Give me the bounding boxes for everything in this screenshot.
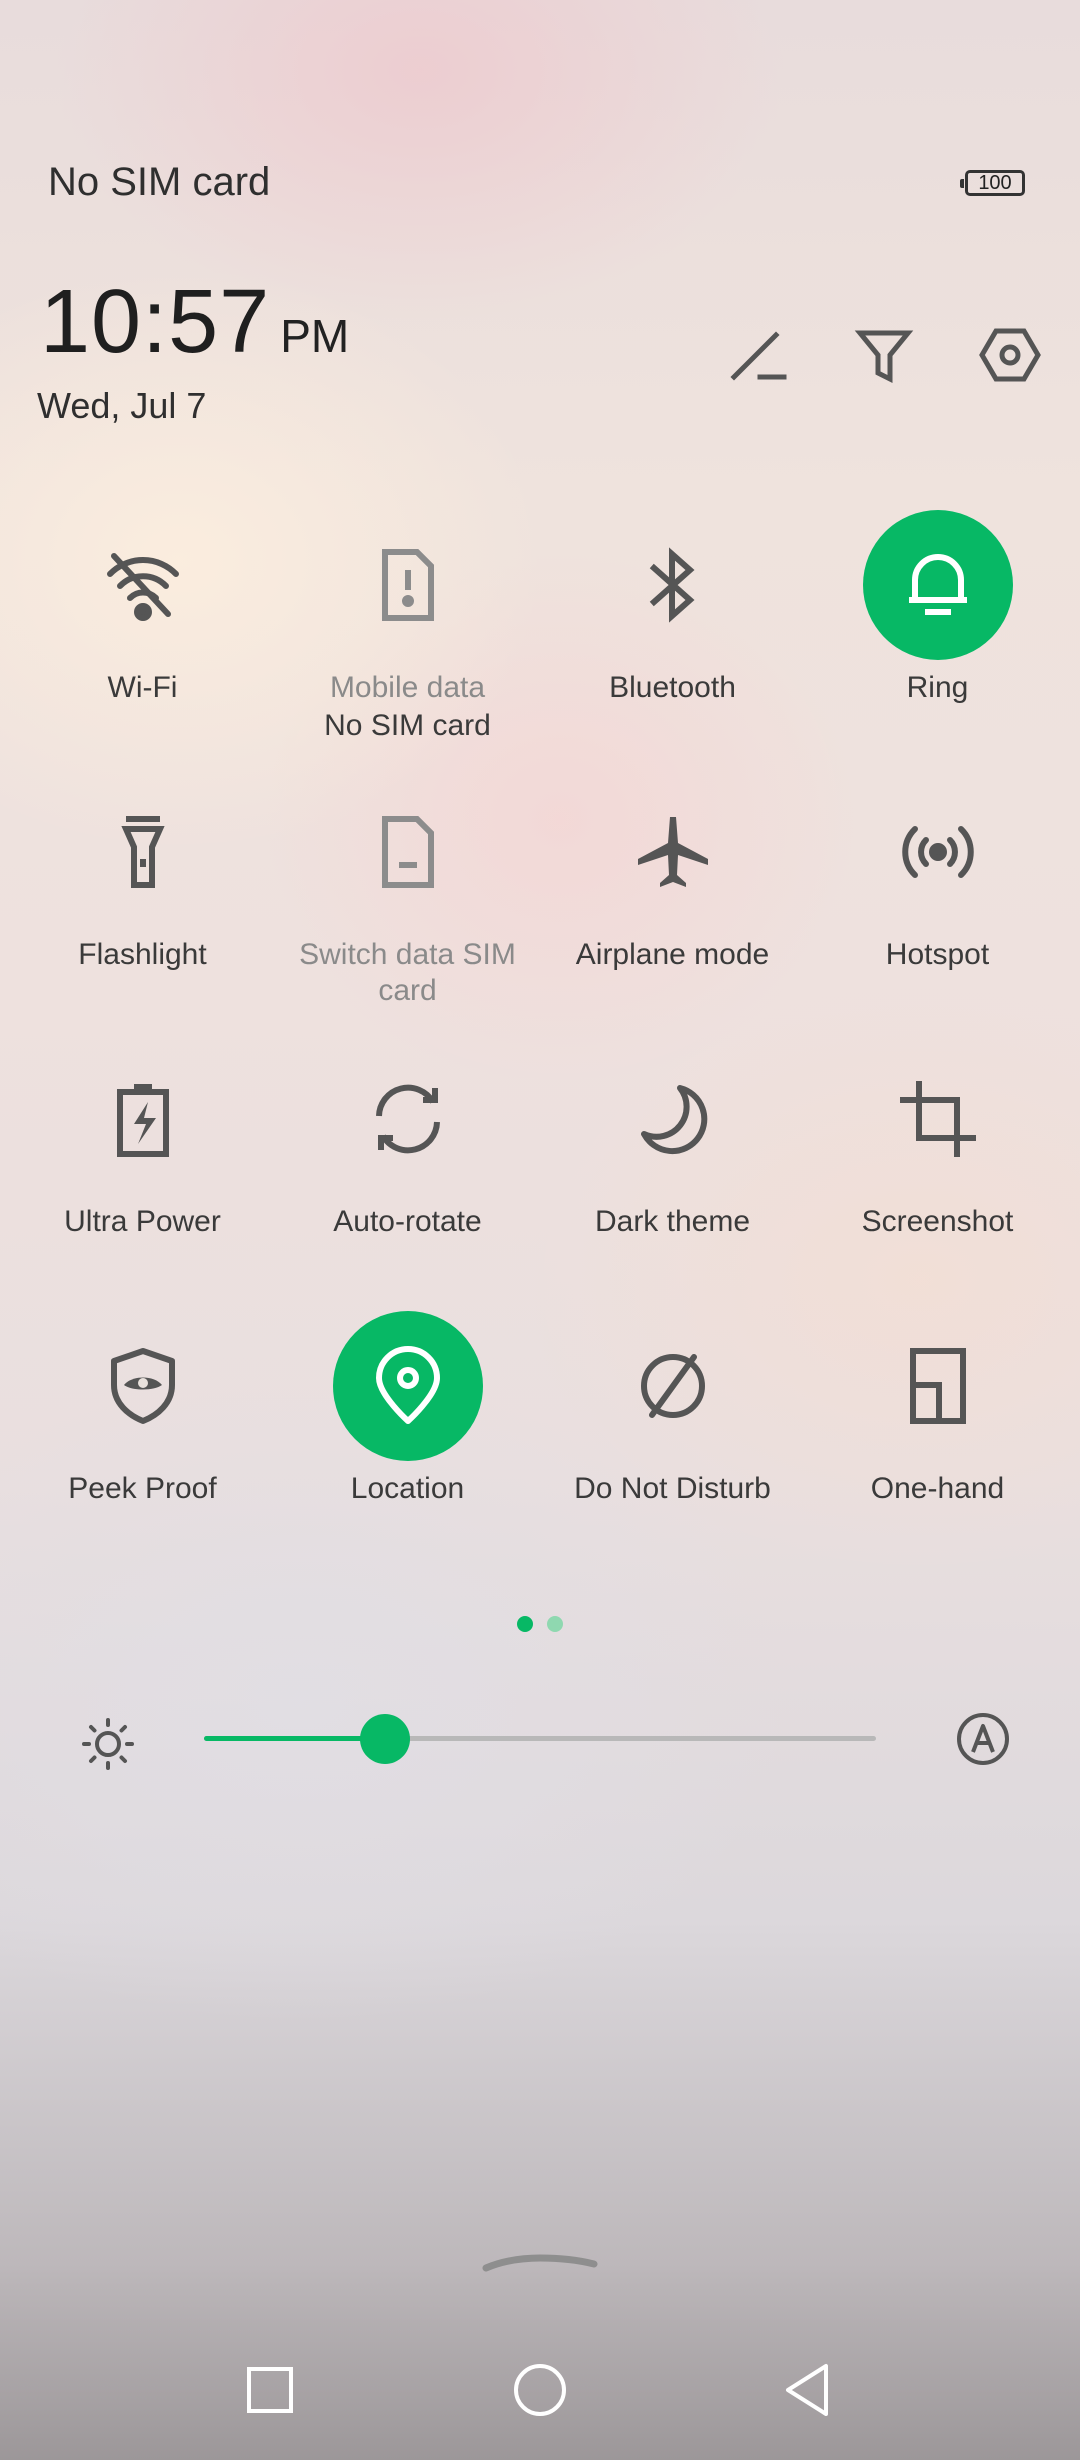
tile-one-hand[interactable]: One-hand: [805, 1311, 1070, 1578]
tile-label: Airplane mode: [575, 938, 770, 971]
clock[interactable]: 10:57 PM: [40, 272, 349, 372]
auto-rotate-icon: [375, 1084, 440, 1154]
status-bar: No SIM card 100: [0, 150, 1080, 220]
tile-dark-theme-circle[interactable]: [598, 1044, 748, 1194]
tile-label: Wi-Fi: [107, 671, 178, 704]
settings-button[interactable]: [975, 320, 1045, 390]
page-indicator[interactable]: [0, 1616, 1080, 1632]
tile-peek-proof[interactable]: Peek Proof: [10, 1311, 275, 1578]
battery-icon: 100: [960, 170, 1025, 196]
home-button[interactable]: [500, 2350, 580, 2430]
tile-auto-rotate[interactable]: Auto-rotate: [275, 1044, 540, 1311]
tile-sublabel: No SIM card: [324, 709, 491, 742]
sim-alert-icon: [381, 549, 434, 621]
recents-button[interactable]: [230, 2350, 310, 2430]
tile-wifi-circle[interactable]: [68, 510, 218, 660]
flashlight-icon: [120, 816, 165, 888]
brightness-sun-icon: [82, 1718, 134, 1770]
tile-hotspot[interactable]: Hotspot: [805, 777, 1070, 1044]
tile-label: Screenshot: [861, 1205, 1014, 1238]
back-button[interactable]: [770, 2350, 850, 2430]
tile-label: One-hand: [870, 1472, 1005, 1505]
brightness-slider-thumb[interactable]: [360, 1714, 411, 1764]
edit-button[interactable]: [723, 320, 793, 390]
tile-one-hand-circle[interactable]: [863, 1311, 1013, 1461]
tile-location-circle[interactable]: [332, 1311, 483, 1461]
battery-bolt-icon: [116, 1084, 169, 1157]
brightness-slider[interactable]: [204, 1714, 876, 1764]
tile-ultra-power[interactable]: Ultra Power: [10, 1044, 275, 1311]
tile-ultra-power-circle[interactable]: [68, 1044, 218, 1194]
tile-flashlight-circle[interactable]: [68, 777, 218, 927]
tile-label: Hotspot: [885, 938, 990, 971]
tile-bluetooth-circle[interactable]: [598, 510, 748, 660]
clock-ampm: PM: [280, 310, 350, 362]
tile-auto-rotate-circle[interactable]: [333, 1044, 483, 1194]
recents-square-icon: [247, 2367, 293, 2413]
moon-icon: [640, 1085, 707, 1155]
home-circle-icon: [514, 2364, 566, 2416]
carrier-label: No SIM card: [48, 160, 271, 204]
tile-location[interactable]: Location: [275, 1311, 540, 1578]
brightness-slider-fill: [204, 1736, 386, 1741]
tile-label: Bluetooth: [609, 671, 736, 704]
bluetooth-icon: [649, 547, 695, 623]
settings-icon: [979, 328, 1041, 382]
tile-hotspot-circle[interactable]: [863, 777, 1013, 927]
auto-brightness-icon[interactable]: [954, 1710, 1012, 1768]
tile-bluetooth[interactable]: Bluetooth: [540, 510, 805, 777]
tile-label: Peek Proof: [68, 1472, 217, 1505]
tile-label: Ultra Power: [64, 1205, 221, 1238]
tile-label: Do Not Disturb: [574, 1472, 771, 1505]
shield-eye-icon: [110, 1348, 175, 1424]
tile-screenshot-circle[interactable]: [863, 1044, 1013, 1194]
tile-do-not-disturb[interactable]: Do Not Disturb: [540, 1311, 805, 1578]
tile-flashlight[interactable]: Flashlight: [10, 777, 275, 1044]
tile-dark-theme[interactable]: Dark theme: [540, 1044, 805, 1311]
tile-mobile-data[interactable]: Mobile data No SIM card: [275, 510, 540, 777]
wifi-off-icon: [106, 553, 179, 621]
tile-screenshot[interactable]: Screenshot: [805, 1044, 1070, 1311]
page-dot: [547, 1616, 563, 1632]
bell-icon: [908, 554, 967, 615]
tile-label: Flashlight: [78, 938, 207, 971]
header-actions: [723, 320, 1045, 390]
airplane-icon: [637, 817, 708, 887]
tile-airplane-mode[interactable]: Airplane mode: [540, 777, 805, 1044]
battery-level: 100: [978, 172, 1012, 194]
page-dot-active: [517, 1616, 533, 1632]
tile-switch-data-sim[interactable]: Switch data SIM card: [275, 777, 540, 1044]
tile-label: Ring: [906, 671, 969, 704]
tile-wifi[interactable]: Wi-Fi: [10, 510, 275, 777]
brightness-row: [0, 1710, 1080, 1770]
edit-icon: [730, 331, 787, 381]
collapse-handle-icon[interactable]: [480, 2248, 600, 2276]
tile-label: Switch data SIM card: [299, 938, 516, 1007]
tile-ring[interactable]: Ring: [805, 510, 1070, 777]
clock-time: 10:57: [40, 272, 271, 372]
clock-date[interactable]: Wed, Jul 7: [37, 385, 206, 427]
do-not-disturb-icon: [640, 1354, 705, 1418]
crop-icon: [899, 1081, 976, 1157]
tile-label: Location: [350, 1472, 465, 1505]
hotspot-icon: [901, 826, 974, 878]
filter-button[interactable]: [849, 320, 919, 390]
quick-settings-grid: Wi-Fi Mobile data No SIM card Bluetooth: [0, 510, 1080, 1578]
tile-ring-circle[interactable]: [862, 510, 1013, 660]
navigation-bar: [0, 2350, 1080, 2430]
back-triangle-icon: [786, 2364, 828, 2416]
tile-label: Dark theme: [594, 1205, 751, 1238]
location-pin-icon: [375, 1346, 440, 1424]
one-hand-icon: [909, 1348, 966, 1424]
tile-airplane-mode-circle[interactable]: [598, 777, 748, 927]
tile-label: Auto-rotate: [333, 1205, 482, 1238]
filter-icon: [854, 330, 914, 384]
sim-card-icon: [381, 816, 434, 888]
tile-mobile-data-circle[interactable]: [333, 510, 483, 660]
tile-switch-data-sim-circle[interactable]: [333, 777, 483, 927]
tile-label: Mobile data: [329, 671, 486, 704]
tile-peek-proof-circle[interactable]: [68, 1311, 218, 1461]
tile-do-not-disturb-circle[interactable]: [598, 1311, 748, 1461]
